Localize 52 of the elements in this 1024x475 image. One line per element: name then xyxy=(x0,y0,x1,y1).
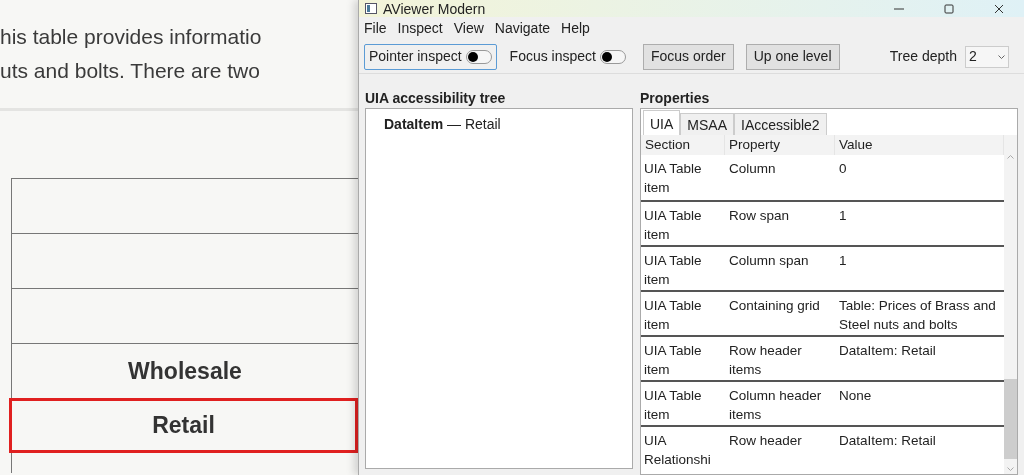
table-cell-text: 1 xyxy=(838,252,848,270)
table-cell-text: None xyxy=(838,387,873,405)
table-cell-text: UIA Table item xyxy=(643,160,703,197)
table-cell-text: UIA Relationshi xyxy=(643,432,712,469)
tab[interactable]: IAccessible2 xyxy=(734,113,827,135)
table-cell-text: Column span xyxy=(728,252,810,270)
table-cell-text: Row span xyxy=(728,207,791,225)
close-icon[interactable] xyxy=(994,3,1004,14)
table-cell-text: Column header items xyxy=(728,387,823,424)
scroll-down-icon[interactable] xyxy=(1007,467,1014,471)
scrollbar[interactable] xyxy=(1004,135,1017,474)
paragraph-line: his table provides informatio xyxy=(0,24,263,50)
table-cell-text: 1 xyxy=(838,207,848,225)
menu-item[interactable]: Navigate xyxy=(494,18,551,39)
table-cell-text: DataItem: Retail xyxy=(838,342,937,360)
tree-depth-label: Tree depth xyxy=(889,47,957,66)
table-cell-text: UIA Table item xyxy=(643,252,703,289)
menu-item[interactable]: View xyxy=(453,18,484,39)
toggle-switch[interactable]: Focus inspect xyxy=(504,43,631,70)
menu-item[interactable]: Help xyxy=(561,18,590,39)
toolbar-button[interactable]: Focus order xyxy=(643,43,734,70)
scrollbar-thumb[interactable] xyxy=(1004,379,1017,459)
table-cell-text: Table: Prices of Brass and Steel nuts and bolts xyxy=(838,297,997,334)
chevron-down-icon xyxy=(998,54,1005,59)
tab[interactable]: MSAA xyxy=(680,113,735,135)
toolbar-button[interactable]: Up one level xyxy=(745,43,840,70)
table-cell-text: UIA Table item xyxy=(643,297,703,334)
scroll-up-icon[interactable] xyxy=(1007,155,1014,159)
table-cell-text: 0 xyxy=(838,160,848,178)
column-header[interactable]: Property xyxy=(725,135,835,155)
table-cell-text: DataItem: Retail xyxy=(838,432,937,450)
table-cell-text: UIA Table item xyxy=(643,342,703,379)
column-header[interactable]: Section xyxy=(641,135,725,155)
table-cell-text: UIA Table item xyxy=(643,207,703,244)
table-cell-text: UIA Table item xyxy=(643,387,703,424)
tree-depth-dropdown[interactable]: 2 xyxy=(965,45,1009,68)
window-title: AViewer Modern xyxy=(383,1,486,16)
tree-item[interactable]: DataItem — Retail xyxy=(384,114,632,135)
app-icon xyxy=(365,3,377,14)
tab[interactable]: UIA xyxy=(643,110,681,135)
maximize-icon[interactable] xyxy=(944,3,954,14)
menu-item[interactable]: File xyxy=(364,18,387,39)
paragraph-line: uts and bolts. There are two xyxy=(0,58,261,84)
toggle-switch[interactable]: Pointer inspect xyxy=(364,43,497,70)
panel-heading: UIA accessibility tree xyxy=(365,89,507,108)
table-cell-text: Row header items xyxy=(728,342,803,379)
table-cell-text: Containing grid xyxy=(728,297,821,315)
table-cell: Retail xyxy=(9,398,358,453)
panel-heading: Properties xyxy=(640,89,711,108)
table-cell-text: Row header xyxy=(728,432,803,450)
menu-item[interactable]: Inspect xyxy=(397,18,443,39)
table-cell-text: Column xyxy=(728,160,777,178)
